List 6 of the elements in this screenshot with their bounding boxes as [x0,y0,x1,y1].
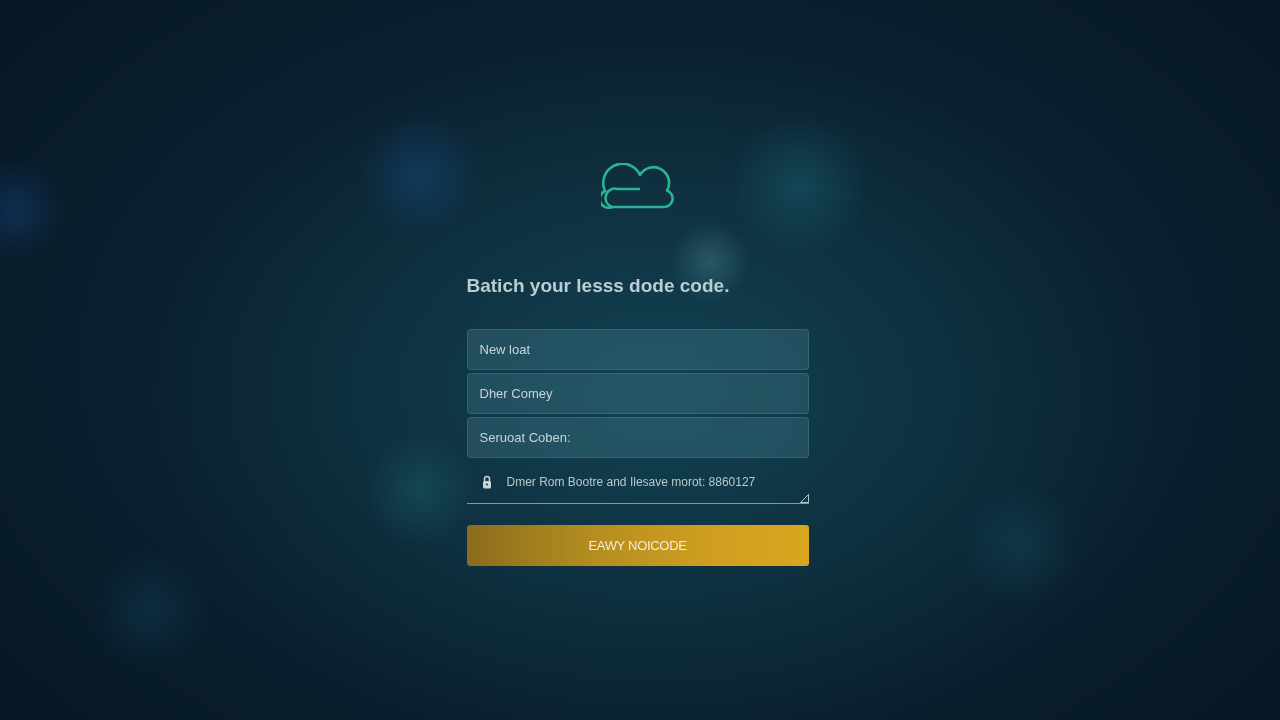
resize-handle-icon [799,494,809,503]
lock-icon [481,475,492,489]
cloud-logo-icon [600,163,675,209]
text-area-field[interactable]: Dmer Rom Bootre and Ilesave morot: 8860127 [466,462,809,504]
page-heading: Batich your lesss dode code. [466,275,731,297]
submit-button[interactable]: EAWY NOICODE [466,525,809,566]
